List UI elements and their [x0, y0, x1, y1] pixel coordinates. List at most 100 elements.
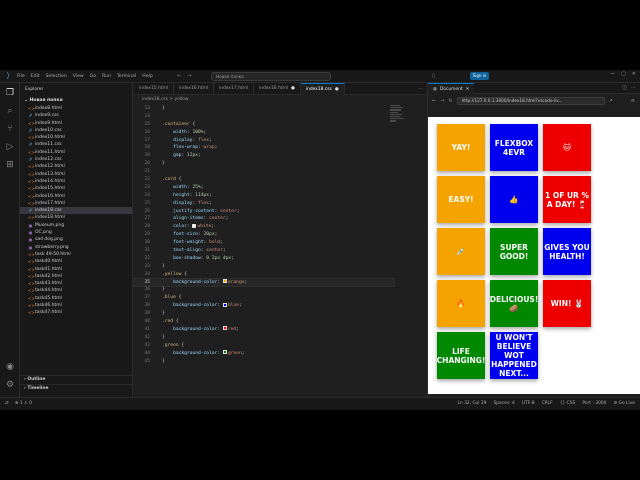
color-swatch[interactable] — [222, 350, 227, 355]
file-item[interactable]: # index18.css — [20, 207, 132, 215]
code-line[interactable]: 45} — [134, 358, 394, 366]
file-item[interactable]: ▣ strawberry.png — [20, 244, 132, 251]
file-item[interactable]: <> index10.html — [20, 134, 132, 141]
run-debug-icon[interactable]: ▷ — [4, 141, 16, 153]
file-item[interactable]: <> index17.html — [20, 200, 132, 207]
problems-status[interactable]: ⊗ 1 ⚠ 0 — [15, 401, 32, 406]
search-icon[interactable]: ⌕ — [4, 105, 16, 117]
maximize-icon[interactable]: ▢ — [621, 71, 626, 77]
file-item[interactable]: <> task42.html — [20, 273, 132, 280]
forward-arrow-icon[interactable]: → — [187, 73, 191, 79]
url-bar[interactable]: http://127.0.0.1:3000/index18.html?vscod… — [456, 96, 605, 105]
outline-section[interactable]: › Outline — [20, 375, 132, 383]
code-line[interactable]: 30 font-weight: bold; — [134, 239, 394, 247]
file-item[interactable]: <> task46.html — [20, 302, 132, 309]
layout-panel-icon[interactable]: ▯ — [432, 73, 435, 79]
menu-item-view[interactable]: View — [73, 74, 84, 79]
file-item[interactable]: <> index18.html — [20, 214, 132, 221]
status-item[interactable]: Spaces: 4 — [493, 401, 514, 406]
code-line[interactable]: 26 justify-content: center; — [134, 208, 394, 216]
code-line[interactable]: 18 flex-wrap: wrap; — [134, 144, 394, 152]
status-item[interactable]: ⊘ Go Live — [613, 401, 635, 406]
menu-item-terminal[interactable]: Terminal — [117, 74, 136, 79]
tab-document[interactable]: ◍ Document ✕ — [428, 82, 475, 94]
file-item[interactable]: # index9.css — [20, 112, 132, 119]
close-tab-icon[interactable]: ✕ — [466, 84, 470, 94]
minimap[interactable] — [390, 105, 406, 129]
file-item[interactable]: <> task47.html — [20, 309, 132, 316]
code-line[interactable]: 20} — [134, 160, 394, 168]
account-icon[interactable]: ◉ — [4, 361, 16, 373]
file-item[interactable]: <> index12.html — [20, 163, 132, 170]
file-item[interactable]: # index10.css — [20, 127, 132, 134]
code-line[interactable]: 16 width: 100%; — [134, 129, 394, 137]
file-item[interactable]: <> index14.html — [20, 178, 132, 185]
menu-item-file[interactable]: File — [17, 74, 25, 79]
code-line[interactable]: 29 font-size: 20px; — [134, 231, 394, 239]
code-line[interactable]: 32 box-shadow: 0 2px 4px; — [134, 255, 394, 263]
status-item[interactable]: CRLF — [542, 401, 553, 406]
menu-item-run[interactable]: Run — [102, 74, 111, 79]
editor-tab[interactable]: index17.html — [214, 83, 254, 95]
code-line[interactable]: 44 background-color: green; — [134, 350, 394, 358]
gear-icon[interactable]: ⚙ — [4, 379, 16, 391]
file-item[interactable]: <> index9.html — [20, 120, 132, 127]
code-line[interactable]: 25 display: flex; — [134, 200, 394, 208]
code-line[interactable]: 31 text-align: center; — [134, 247, 394, 255]
file-item[interactable]: # index11.css — [20, 141, 132, 148]
editor-tab[interactable]: index18.html ● — [254, 83, 301, 95]
code-line[interactable]: 36} — [134, 286, 394, 294]
code-line[interactable]: 22 .card { — [134, 176, 394, 184]
color-swatch[interactable] — [222, 302, 227, 307]
file-item[interactable]: ▣ Museum.png — [20, 222, 132, 229]
menu-item-edit[interactable]: Edit — [31, 74, 40, 79]
code-line[interactable]: 27 align-items: center; — [134, 215, 394, 223]
code-line[interactable]: 15 .container { — [134, 121, 394, 129]
editor-tab[interactable]: index16.html — [174, 83, 214, 95]
minimize-icon[interactable]: — — [610, 71, 615, 77]
reload-icon[interactable]: ↻ — [448, 98, 452, 104]
status-item[interactable]: {} CSS — [560, 401, 576, 406]
file-item[interactable]: <> index8.html — [20, 105, 132, 112]
explorer-icon[interactable]: ❐ — [4, 87, 16, 99]
menu-item-help[interactable]: Help — [142, 74, 152, 79]
breadcrumb[interactable]: index18.css > yellow — [142, 97, 188, 102]
open-external-icon[interactable]: ↗ — [609, 98, 613, 104]
source-control-icon[interactable]: ⑂ — [4, 123, 16, 135]
file-item[interactable]: ▣ sad dog.png — [20, 236, 132, 243]
code-area[interactable]: 13} 14 15 .container {16 width: 100%; 17 dis… — [133, 105, 395, 366]
status-item[interactable]: UTF-8 — [522, 401, 535, 406]
unsaved-dot-icon[interactable]: ● — [291, 86, 295, 91]
folder-header[interactable]: ⌄ Новая папка — [20, 97, 132, 105]
menu-item-selection[interactable]: Selection — [46, 74, 67, 79]
code-line[interactable]: 39} — [134, 310, 394, 318]
more-icon[interactable]: ⋯ — [631, 85, 636, 91]
code-line[interactable]: 43 .green { — [134, 342, 394, 350]
back-arrow-icon[interactable]: ← — [177, 73, 181, 79]
file-item[interactable]: <> index16.html — [20, 193, 132, 200]
forward-icon[interactable]: → — [440, 98, 444, 104]
command-center-search[interactable]: Новая папка — [211, 72, 331, 81]
file-item[interactable]: <> task 49-50.html — [20, 251, 132, 258]
file-item[interactable]: ▣ OC.png — [20, 229, 132, 236]
code-line[interactable]: 42} — [134, 334, 394, 342]
code-line[interactable]: 40 .red { — [134, 318, 394, 326]
more-actions-icon[interactable]: ⋯ — [418, 86, 423, 92]
code-line[interactable]: 24 height: 114px; — [134, 192, 394, 200]
sign-in-button[interactable]: Sign in — [470, 72, 489, 80]
code-line[interactable]: 13} — [134, 105, 394, 113]
extensions-icon[interactable]: ⊞ — [4, 159, 16, 171]
remote-icon[interactable]: ⇄ — [5, 401, 9, 406]
file-item[interactable]: <> task43.html — [20, 280, 132, 287]
code-line[interactable]: 37 .blue { — [134, 294, 394, 302]
close-icon[interactable]: ✕ — [632, 71, 636, 77]
file-item[interactable]: <> task40.html — [20, 258, 132, 265]
menu-item-go[interactable]: Go — [90, 74, 96, 79]
code-line[interactable]: 28 color: white; — [134, 223, 394, 231]
code-line[interactable]: 19 gap: 12px; — [134, 152, 394, 160]
hamburger-menu-icon[interactable]: ≡ — [631, 98, 640, 104]
editor-tab[interactable]: index18.css ● — [300, 83, 345, 95]
code-line[interactable]: 41 background-color: red; — [134, 326, 394, 334]
code-line[interactable]: 21 — [134, 168, 394, 176]
split-icon[interactable]: ◫ — [622, 85, 627, 91]
